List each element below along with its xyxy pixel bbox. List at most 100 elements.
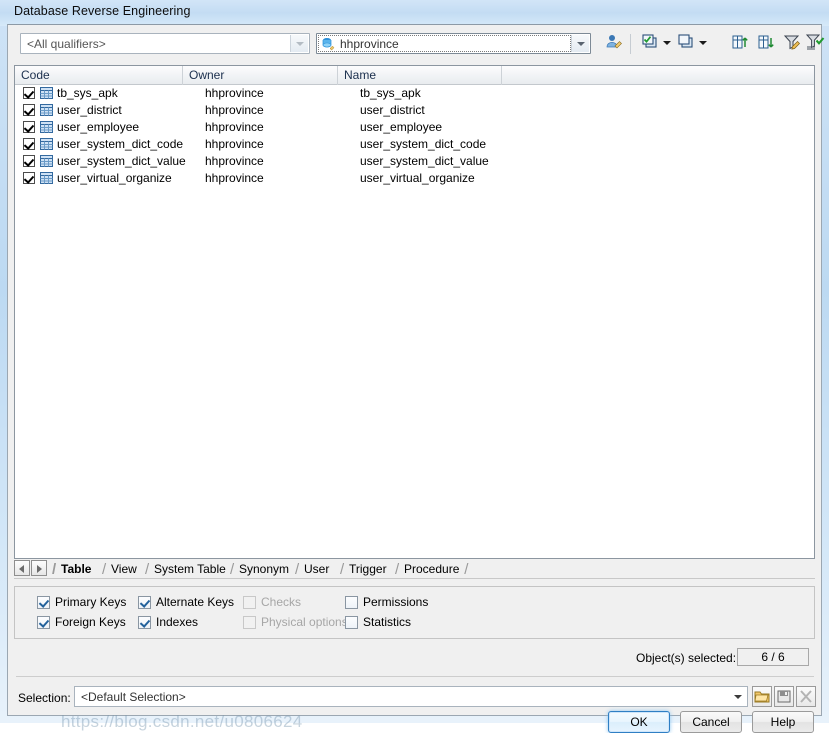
tab-user[interactable]: / User bbox=[295, 561, 330, 578]
tab-scroll-left-button[interactable] bbox=[14, 560, 30, 576]
row-checkbox[interactable] bbox=[23, 121, 35, 133]
table-row[interactable]: user_employee hhprovince user_employee bbox=[15, 119, 814, 136]
table-icon bbox=[40, 87, 53, 99]
option-label: Statistics bbox=[363, 615, 412, 629]
option-label: Physical options bbox=[261, 615, 348, 629]
tab-label: Table bbox=[61, 562, 92, 576]
option-label: Foreign Keys bbox=[55, 615, 126, 629]
row-name: user_employee bbox=[360, 120, 443, 134]
tab-trigger[interactable]: / Trigger bbox=[340, 561, 387, 578]
option-label: Permissions bbox=[363, 595, 429, 609]
row-checkbox[interactable] bbox=[23, 138, 35, 150]
object-list[interactable]: Code Owner Name tb_sys_apk hhprovince tb… bbox=[14, 65, 815, 559]
edit-filter-icon[interactable] bbox=[782, 32, 804, 54]
column-header-code[interactable]: Code bbox=[15, 66, 183, 85]
selection-label: Selection: bbox=[18, 691, 71, 705]
option-label: Primary Keys bbox=[55, 595, 127, 609]
tab-system-table[interactable]: / System Table bbox=[145, 561, 226, 578]
table-icon bbox=[40, 121, 53, 133]
option-checkbox[interactable] bbox=[138, 596, 151, 609]
chevron-down-icon[interactable] bbox=[290, 35, 308, 52]
list-rows: tb_sys_apk hhprovince tb_sys_apk user_di… bbox=[15, 85, 814, 187]
dialog-client-area: <All qualifiers> hhprovince Code Owner N… bbox=[7, 24, 825, 733]
sort-ascending-icon[interactable] bbox=[730, 32, 752, 54]
toolbar: <All qualifiers> hhprovince bbox=[8, 31, 825, 59]
row-owner: hhprovince bbox=[205, 103, 264, 117]
row-name: user_virtual_organize bbox=[360, 171, 475, 185]
tab-procedure[interactable]: / Procedure / bbox=[395, 561, 468, 578]
column-header-name[interactable]: Name bbox=[338, 66, 502, 85]
table-row[interactable]: user_virtual_organize hhprovince user_vi… bbox=[15, 170, 814, 187]
tab-table[interactable]: / Table bbox=[52, 561, 92, 578]
tab-label: Procedure bbox=[404, 562, 460, 576]
open-selection-icon[interactable] bbox=[752, 686, 772, 707]
tab-synonym[interactable]: / Synonym bbox=[230, 561, 290, 578]
row-code: user_system_dict_value bbox=[57, 154, 186, 168]
deselect-all-dropdown-icon[interactable] bbox=[698, 32, 709, 54]
table-row[interactable]: user_system_dict_value hhprovince user_s… bbox=[15, 153, 814, 170]
owner-combo[interactable]: hhprovince bbox=[316, 33, 591, 54]
row-name: user_district bbox=[360, 103, 425, 117]
tab-scroll-right-button[interactable] bbox=[31, 560, 47, 576]
row-name: user_system_dict_code bbox=[360, 137, 487, 151]
objects-selected-value: 6 / 6 bbox=[737, 648, 809, 666]
cancel-button[interactable]: Cancel bbox=[680, 711, 742, 733]
save-selection-icon[interactable] bbox=[774, 686, 794, 707]
row-name: user_system_dict_value bbox=[360, 154, 489, 168]
deselect-all-icon[interactable] bbox=[676, 32, 698, 54]
tab-label: User bbox=[304, 562, 330, 576]
row-checkbox[interactable] bbox=[23, 87, 35, 99]
option-checkbox bbox=[243, 596, 256, 609]
objects-selected-label: Object(s) selected: bbox=[636, 651, 737, 665]
dialog-window: Database Reverse Engineering <All qualif… bbox=[0, 0, 829, 733]
tab-label: Trigger bbox=[349, 562, 387, 576]
row-owner: hhprovince bbox=[205, 154, 264, 168]
apply-filter-icon[interactable] bbox=[805, 32, 827, 54]
row-owner: hhprovince bbox=[205, 137, 264, 151]
tab-label: Synonym bbox=[239, 562, 290, 576]
select-all-dropdown-icon[interactable] bbox=[662, 32, 673, 54]
table-icon bbox=[40, 104, 53, 116]
option-checkbox[interactable] bbox=[345, 616, 358, 629]
table-row[interactable]: user_system_dict_code hhprovince user_sy… bbox=[15, 136, 814, 153]
tab-view[interactable]: / View bbox=[102, 561, 137, 578]
option-checkbox bbox=[243, 616, 256, 629]
row-checkbox[interactable] bbox=[23, 155, 35, 167]
reverse-options-group: Primary Keys Foreign Keys Alternate Keys… bbox=[14, 586, 815, 639]
user-filter-icon[interactable] bbox=[604, 32, 626, 54]
option-label: Alternate Keys bbox=[156, 595, 235, 609]
table-row[interactable]: user_district hhprovince user_district bbox=[15, 102, 814, 119]
column-header-owner[interactable]: Owner bbox=[183, 66, 338, 85]
tab-label: System Table bbox=[154, 562, 226, 576]
owner-chevron-down-icon[interactable] bbox=[571, 35, 589, 52]
tab-baseline bbox=[14, 578, 815, 579]
select-all-icon[interactable] bbox=[640, 32, 662, 54]
option-checkbox[interactable] bbox=[345, 596, 358, 609]
table-icon bbox=[40, 172, 53, 184]
option-checkbox[interactable] bbox=[37, 616, 50, 629]
table-icon bbox=[40, 155, 53, 167]
selection-value: <Default Selection> bbox=[81, 690, 186, 704]
option-checkbox[interactable] bbox=[37, 596, 50, 609]
option-label: Indexes bbox=[156, 615, 199, 629]
table-row[interactable]: tb_sys_apk hhprovince tb_sys_apk bbox=[15, 85, 814, 102]
selection-combo[interactable]: <Default Selection> bbox=[74, 686, 748, 707]
title-bar: Database Reverse Engineering bbox=[0, 0, 829, 26]
ok-button[interactable]: OK bbox=[608, 711, 670, 733]
row-name: tb_sys_apk bbox=[360, 86, 421, 100]
tab-label: View bbox=[111, 562, 137, 576]
row-owner: hhprovince bbox=[205, 171, 264, 185]
qualifier-combo[interactable]: <All qualifiers> bbox=[20, 33, 310, 54]
help-button[interactable]: Help bbox=[752, 711, 814, 733]
sort-descending-icon[interactable] bbox=[756, 32, 778, 54]
option-label: Checks bbox=[261, 595, 302, 609]
row-checkbox[interactable] bbox=[23, 172, 35, 184]
row-code: user_district bbox=[57, 103, 122, 117]
row-code: user_employee bbox=[57, 120, 140, 134]
column-header-blank[interactable] bbox=[502, 66, 814, 85]
row-checkbox[interactable] bbox=[23, 104, 35, 116]
option-checkbox[interactable] bbox=[138, 616, 151, 629]
qualifier-value: <All qualifiers> bbox=[27, 37, 106, 51]
row-owner: hhprovince bbox=[205, 120, 264, 134]
selection-chevron-down-icon[interactable] bbox=[730, 688, 746, 705]
